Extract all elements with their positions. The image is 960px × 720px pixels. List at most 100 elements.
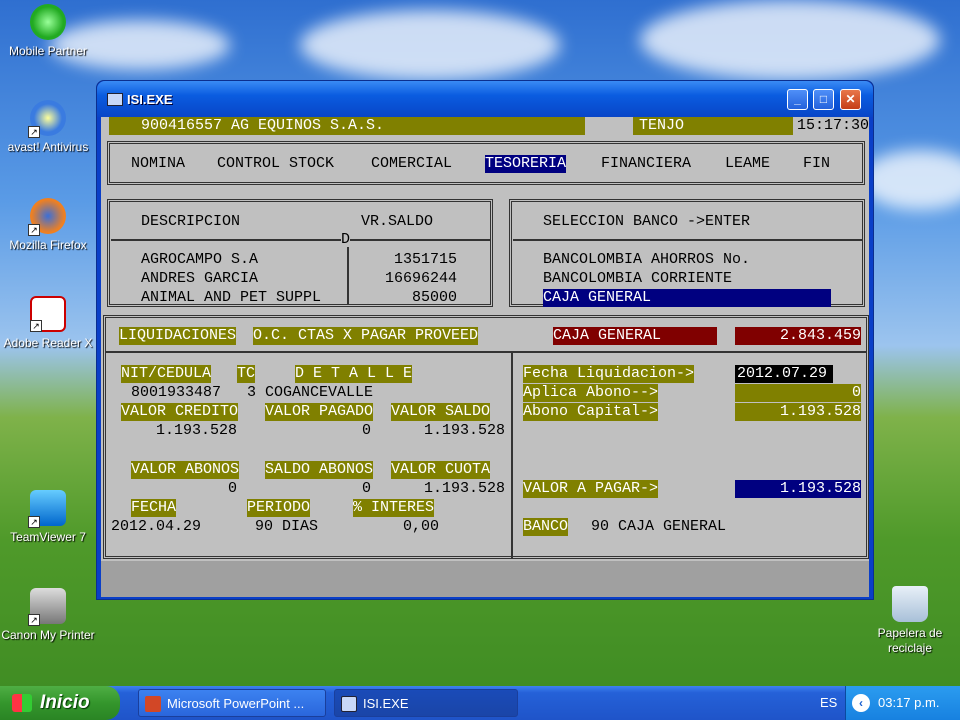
fecha-value: 2012.04.29 [111,518,202,535]
tc-header: TC [237,365,256,383]
avast-icon: ↗ [28,100,66,138]
col-descripcion-header: DESCRIPCION [141,213,241,230]
fecha-header: FECHA [131,499,177,517]
list-row-desc[interactable]: ANDRES GARCIA [141,270,258,288]
minimize-button[interactable]: _ [787,89,808,110]
bank-select-header: SELECCION BANCO ->ENTER [543,213,751,230]
fecha-liquidacion-label: Fecha Liquidacion-> [523,365,695,383]
task-isi-exe[interactable]: ISI.EXE [334,689,518,717]
nit-value: 8001933487 [131,384,222,401]
valor-abonos-header: VALOR ABONOS [131,461,240,479]
oc-label: O.C. CTAS X PAGAR PROVEED [253,327,479,345]
valor-abonos-value: 0 [227,480,237,497]
list-header-divider [111,239,491,241]
interes-header: % INTERES [353,499,435,517]
menu-leame[interactable]: LEAME [725,155,770,173]
desktop-icon-label: avast! Antivirus [7,140,89,154]
desktop-icon-recycle-bin[interactable]: Papelera de reciclaje [862,586,958,656]
desktop-icon-label: Mobile Partner [8,44,88,58]
bank-header-divider [513,239,863,241]
menu-tesoreria[interactable]: TESORERIA [485,155,567,173]
firefox-icon: ↗ [28,198,66,236]
powerpoint-icon [145,696,161,712]
detalle-header: D E T A L L E [295,365,413,383]
windows-flag-icon [12,694,32,712]
interes-value: 0,00 [402,518,439,535]
valor-pagar-value[interactable]: 1.193.528 [735,480,861,498]
menu-nomina[interactable]: NOMINA [131,155,185,173]
periodo-value: 90 DIAS [255,518,319,535]
location-label: TENJO [633,117,793,135]
menu-comercial[interactable]: COMERCIAL [371,155,452,173]
recycle-bin-icon [892,586,928,622]
valor-cuota-value: 1.193.528 [423,480,505,497]
desktop-icon-label: Adobe Reader X [3,336,93,350]
fecha-liquidacion-input[interactable]: 2012.07.29 [735,365,833,383]
aplica-abono-value[interactable]: 0 [735,384,861,402]
start-button[interactable]: Inicio [0,686,120,720]
language-indicator[interactable]: ES [820,686,837,720]
menu-control-stock[interactable]: CONTROL STOCK [217,155,334,173]
valor-pagado-header: VALOR PAGADO [265,403,374,421]
taskbar: Inicio Microsoft PowerPoint ... ISI.EXE … [0,686,960,720]
detail-vertical-divider [511,353,513,559]
shortcut-arrow-icon: ↗ [30,320,42,332]
isi-window: ISI.EXE _ □ ✕ 900416557 AG EQUINOS S.A.S… [96,80,874,600]
task-powerpoint[interactable]: Microsoft PowerPoint ... [138,689,326,717]
bank-option-selected[interactable]: CAJA GENERAL [543,289,831,307]
shortcut-arrow-icon: ↗ [28,516,40,528]
list-row-value: 1351715 [393,251,457,268]
desktop-icon-mobile-partner[interactable]: Mobile Partner [0,4,96,59]
adobe-reader-icon: ↗ [30,296,66,332]
list-row-desc[interactable]: AGROCAMPO S.A [141,251,258,269]
window-titlebar[interactable]: ISI.EXE _ □ ✕ [97,81,873,117]
desktop-icon-canon[interactable]: ↗ Canon My Printer [0,588,96,643]
start-label: Inicio [40,692,90,713]
list-row-value: 85000 [411,289,457,306]
list-row-desc[interactable]: ANIMAL AND PET SUPPL [141,289,321,307]
valor-credito-value: 1.193.528 [155,422,237,439]
desktop-icon-firefox[interactable]: ↗ Mozilla Firefox [0,198,96,253]
valor-credito-header: VALOR CREDITO [121,403,239,421]
mobile-partner-icon [30,4,66,40]
menu-financiera[interactable]: FINANCIERA [601,155,691,173]
status-band [101,561,869,597]
console-app-icon [107,93,123,106]
liquidaciones-label: LIQUIDACIONES [119,327,237,345]
menu-fin[interactable]: FIN [803,155,830,173]
list-column-divider [347,247,349,305]
desktop-icon-label: TeamViewer 7 [10,530,86,544]
teamviewer-icon: ↗ [28,490,66,528]
shortcut-arrow-icon: ↗ [28,126,40,138]
abono-capital-value[interactable]: 1.193.528 [735,403,861,421]
col-saldo-header: VR.SALDO [361,213,434,230]
saldo-abonos-header: SALDO ABONOS [265,461,374,479]
abono-capital-label: Abono Capital-> [523,403,659,421]
desktop-icon-adobe-reader[interactable]: ↗ Adobe Reader X [0,296,96,351]
bank-option[interactable]: BANCOLOMBIA AHORROS No. [543,251,750,269]
shortcut-arrow-icon: ↗ [28,224,40,236]
desktop-icon-label: Mozilla Firefox [9,238,87,252]
bank-option[interactable]: BANCOLOMBIA CORRIENTE [543,270,732,288]
desktop-icon-avast[interactable]: ↗ avast! Antivirus [0,100,96,155]
aplica-abono-label: Aplica Abono--> [523,384,659,402]
task-label: Microsoft PowerPoint ... [167,696,305,711]
clock-display: 15:17:30 [793,117,869,135]
close-button[interactable]: ✕ [840,89,861,110]
console-area[interactable]: 900416557 AG EQUINOS S.A.S. TENJO 15:17:… [101,117,869,597]
maximize-button[interactable]: □ [813,89,834,110]
desktop-icon-teamviewer[interactable]: ↗ TeamViewer 7 [0,490,96,545]
window-title: ISI.EXE [127,92,173,107]
periodo-header: PERIODO [247,499,311,517]
list-row-value: 16696244 [384,270,457,287]
valor-saldo-value: 1.193.528 [423,422,505,439]
clock[interactable]: 03:17 p.m. [878,686,939,720]
summary-divider [105,351,867,353]
valor-saldo-header: VALOR SALDO [391,403,491,421]
task-label: ISI.EXE [363,696,409,711]
tray-expand-icon[interactable]: ‹ [852,694,870,712]
detalle-value: COGANCEVALLE [265,384,374,401]
banco-label: BANCO [523,518,569,536]
desktop-icon-label: Papelera de reciclaje [877,626,943,655]
printer-icon: ↗ [28,588,66,626]
